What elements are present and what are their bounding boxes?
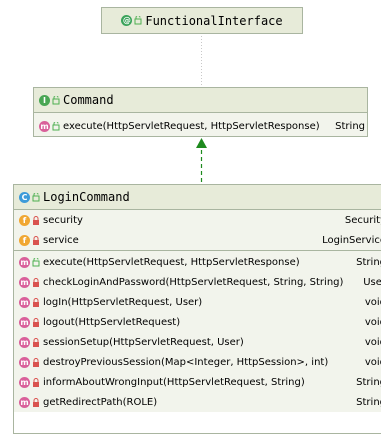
method-signature: logIn(HttpServletRequest, User) <box>43 296 203 308</box>
method-return-type: void <box>364 336 381 348</box>
method-signature: execute(HttpServletRequest, HttpServletR… <box>43 256 300 268</box>
method-icon: m <box>19 256 30 268</box>
method-signature: destroyPreviousSession(Map<Integer, Http… <box>43 356 329 368</box>
node-title: FunctionalInterface <box>145 13 283 28</box>
private-visibility-icon <box>33 317 39 327</box>
field-row[interactable]: f service LoginService <box>14 230 381 250</box>
method-row[interactable]: m getRedirectPath(ROLE) String <box>14 392 381 412</box>
private-visibility-icon <box>33 297 39 307</box>
method-return-type: String <box>335 120 365 132</box>
method-signature: sessionSetup(HttpServletRequest, User) <box>43 336 244 348</box>
public-visibility-icon <box>52 121 60 130</box>
private-visibility-icon <box>33 235 39 245</box>
method-return-type: void <box>364 296 381 308</box>
class-icon: C <box>19 191 30 203</box>
method-icon: m <box>19 356 30 368</box>
method-signature: checkLoginAndPassword(HttpServletRequest… <box>43 276 344 288</box>
method-icon: m <box>19 336 30 348</box>
functional-interface-header: @ FunctionalInterface <box>102 8 302 33</box>
method-row[interactable]: m destroyPreviousSession(Map<Integer, Ht… <box>14 352 381 372</box>
method-return-type: String <box>356 256 381 268</box>
command-node[interactable]: I Command m execute(HttpServletRequest, … <box>33 87 368 137</box>
annotation-type-icon: @ <box>121 15 133 26</box>
public-visibility-icon <box>134 16 142 25</box>
field-type: Security <box>344 214 381 226</box>
public-visibility-icon <box>32 257 40 266</box>
field-name: security <box>43 214 83 226</box>
method-return-type: User <box>363 276 381 288</box>
private-visibility-icon <box>33 377 39 387</box>
node-title: Command <box>63 93 114 107</box>
method-icon: m <box>19 376 30 388</box>
method-icon: m <box>39 120 50 132</box>
interface-icon: I <box>39 94 50 106</box>
private-visibility-icon <box>33 337 39 347</box>
field-icon: f <box>19 214 30 226</box>
login-command-node[interactable]: C LoginCommand f security Security f ser… <box>13 184 381 434</box>
functional-interface-node[interactable]: @ FunctionalInterface <box>101 7 303 34</box>
method-return-type: void <box>364 316 381 328</box>
method-signature: execute(HttpServletRequest, HttpServletR… <box>63 120 320 132</box>
public-visibility-icon <box>32 192 40 201</box>
public-visibility-icon <box>52 95 60 104</box>
node-title: LoginCommand <box>43 190 130 204</box>
private-visibility-icon <box>33 397 39 407</box>
field-icon: f <box>19 234 30 246</box>
method-icon: m <box>19 276 30 288</box>
method-row[interactable]: m sessionSetup(HttpServletRequest, User)… <box>14 332 381 352</box>
method-return-type: String <box>356 376 381 388</box>
implements-arrowhead <box>196 138 207 148</box>
field-name: service <box>43 234 79 246</box>
private-visibility-icon <box>33 215 39 225</box>
field-type: LoginService <box>322 234 381 246</box>
method-row[interactable]: m informAboutWrongInput(HttpServletReque… <box>14 372 381 392</box>
command-header: I Command <box>34 88 367 112</box>
method-icon: m <box>19 296 30 308</box>
method-return-type: void <box>364 356 381 368</box>
login-command-header: C LoginCommand <box>14 185 381 209</box>
method-row[interactable]: m execute(HttpServletRequest, HttpServle… <box>34 116 367 136</box>
private-visibility-icon <box>33 357 39 367</box>
method-row[interactable]: m logout(HttpServletRequest) void <box>14 312 381 332</box>
method-return-type: String <box>356 396 381 408</box>
method-row[interactable]: m checkLoginAndPassword(HttpServletReque… <box>14 272 381 292</box>
method-signature: logout(HttpServletRequest) <box>43 316 181 328</box>
field-row[interactable]: f security Security <box>14 210 381 230</box>
method-row[interactable]: m logIn(HttpServletRequest, User) void <box>14 292 381 312</box>
method-icon: m <box>19 316 30 328</box>
method-signature: getRedirectPath(ROLE) <box>43 396 158 408</box>
method-row[interactable]: m execute(HttpServletRequest, HttpServle… <box>14 252 381 272</box>
method-signature: informAboutWrongInput(HttpServletRequest… <box>43 376 305 388</box>
private-visibility-icon <box>33 277 39 287</box>
method-icon: m <box>19 396 30 408</box>
